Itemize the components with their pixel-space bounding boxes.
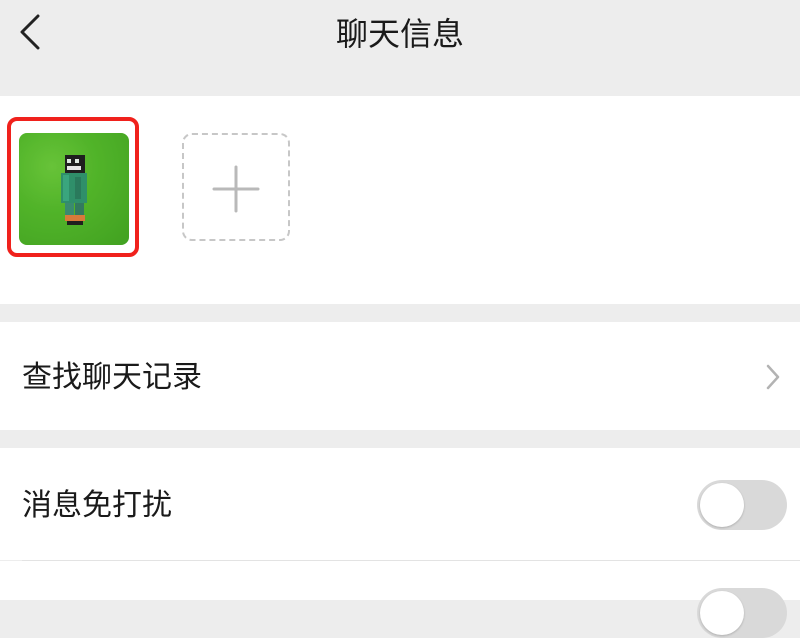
minecraft-character-icon — [19, 133, 129, 245]
search-chat-history-label: 查找聊天记录 — [22, 360, 202, 395]
add-member-button[interactable] — [182, 133, 290, 241]
avatar[interactable] — [19, 133, 129, 245]
page-title: 聊天信息 — [335, 15, 464, 53]
next-setting-row — [0, 561, 800, 600]
plus-icon — [212, 165, 260, 213]
toggle-knob — [700, 591, 744, 635]
next-setting-toggle[interactable] — [697, 588, 787, 638]
chevron-right-icon — [766, 364, 780, 390]
toggle-knob — [700, 483, 744, 527]
member-avatar-highlight[interactable] — [7, 117, 139, 257]
mute-notifications-toggle[interactable] — [697, 480, 787, 530]
mute-notifications-label: 消息免打扰 — [22, 488, 172, 523]
navigation-bar: 聊天信息 — [0, 0, 800, 76]
